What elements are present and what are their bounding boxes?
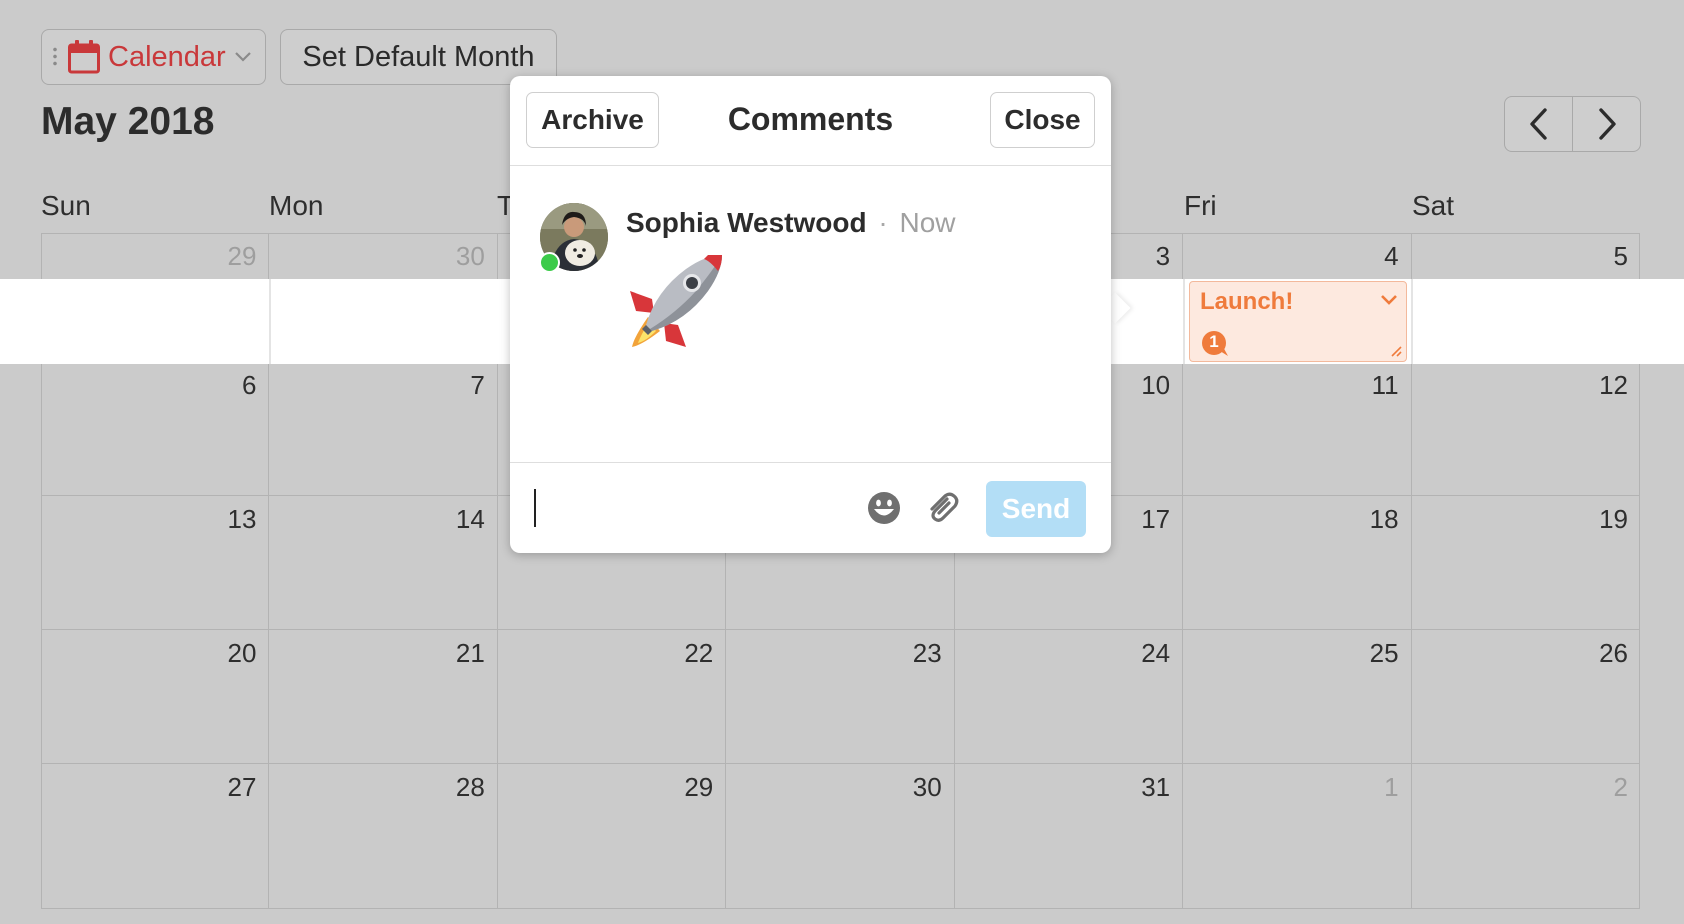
- day-cell[interactable]: 30: [726, 764, 955, 909]
- day-cell[interactable]: 14: [269, 496, 498, 630]
- day-number: 1: [1384, 772, 1399, 802]
- chevron-right-icon: [1598, 108, 1616, 140]
- event-card[interactable]: Launch! 1: [1189, 281, 1407, 362]
- send-button[interactable]: Send: [986, 481, 1086, 537]
- attach-button[interactable]: [925, 490, 961, 531]
- rocket-emoji-icon: [626, 251, 726, 356]
- day-number: 31: [1141, 772, 1171, 802]
- day-cell[interactable]: 7: [269, 362, 498, 496]
- day-number: 27: [227, 772, 257, 802]
- calendar-icon: [68, 40, 100, 74]
- resize-handle-icon[interactable]: [1390, 345, 1402, 357]
- day-number: 18: [1369, 504, 1399, 534]
- day-number: 6: [241, 370, 257, 400]
- day-cell[interactable]: 25: [1183, 630, 1412, 764]
- comment-meta: Sophia Westwood · Now: [626, 207, 956, 239]
- drag-handle-icon[interactable]: [52, 46, 58, 68]
- day-number: 24: [1141, 638, 1171, 668]
- day-number: 25: [1369, 638, 1399, 668]
- day-cell[interactable]: 21: [269, 630, 498, 764]
- day-number: 19: [1599, 504, 1628, 534]
- day-cell[interactable]: 24: [954, 630, 1184, 764]
- day-cell[interactable]: 27: [41, 764, 270, 909]
- day-number: 30: [455, 241, 485, 271]
- day-number: 14: [455, 504, 485, 534]
- day-cell[interactable]: 2: [1412, 764, 1640, 909]
- day-cell[interactable]: 18: [1183, 496, 1412, 630]
- day-number: 28: [455, 772, 485, 802]
- comment-author[interactable]: Sophia Westwood: [626, 207, 867, 238]
- comment-count: 1: [1209, 332, 1219, 351]
- day-cell[interactable]: 6: [41, 362, 270, 496]
- day-cell[interactable]: 19: [1411, 496, 1640, 630]
- emoji-button[interactable]: [866, 490, 902, 531]
- day-cell[interactable]: 26: [1411, 630, 1640, 764]
- day-number: 22: [684, 638, 714, 668]
- month-navigation: [1504, 96, 1641, 152]
- next-month-button[interactable]: [1572, 97, 1640, 151]
- weekday-fri: Fri: [1184, 190, 1217, 221]
- day-cell[interactable]: 20: [41, 630, 270, 764]
- event-chevron-down-icon[interactable]: [1380, 294, 1398, 306]
- day-number: 7: [470, 370, 485, 400]
- comments-popover: Archive Comments Close Sophia Westwood ·…: [510, 76, 1111, 553]
- previous-month-button[interactable]: [1505, 97, 1572, 151]
- day-cell[interactable]: 28: [269, 764, 498, 909]
- chevron-left-icon: [1529, 108, 1547, 140]
- day-cell[interactable]: 31: [955, 764, 1184, 909]
- day-cell[interactable]: 29: [498, 764, 727, 909]
- popover-header: Archive Comments Close: [510, 76, 1111, 166]
- day-number: 21: [455, 638, 485, 668]
- strip-divider: [1183, 279, 1185, 364]
- strip-divider: [1411, 279, 1413, 364]
- set-default-month-label: Set Default Month: [302, 40, 535, 73]
- close-button[interactable]: Close: [990, 92, 1095, 148]
- day-cell[interactable]: 13: [41, 496, 270, 630]
- day-cell[interactable]: 11: [1183, 362, 1412, 496]
- event-title: Launch!: [1200, 288, 1294, 315]
- day-number: 2: [1613, 772, 1628, 802]
- comment-input[interactable]: [534, 489, 536, 527]
- comment-time: Now: [899, 207, 956, 238]
- day-number: 5: [1613, 241, 1628, 271]
- day-cell[interactable]: 1: [1183, 764, 1412, 909]
- paperclip-icon: [930, 492, 959, 522]
- weekday-sat: Sat: [1412, 190, 1455, 221]
- day-number: 20: [227, 638, 257, 668]
- weekday-sun: Sun: [41, 190, 91, 221]
- day-number: 3: [1155, 241, 1171, 271]
- comment-badge[interactable]: 1: [1200, 330, 1228, 356]
- month-title: May 2018: [41, 100, 215, 143]
- day-number: 29: [227, 241, 257, 271]
- day-number: 29: [684, 772, 714, 802]
- day-number: 4: [1384, 241, 1399, 271]
- day-number: 12: [1599, 370, 1628, 400]
- meta-separator: ·: [878, 207, 888, 238]
- day-number: 17: [1141, 504, 1171, 534]
- day-number: 11: [1371, 370, 1399, 400]
- day-cell[interactable]: 22: [497, 630, 727, 764]
- day-number: 26: [1599, 638, 1628, 668]
- day-number: 23: [912, 638, 942, 668]
- comment-composer: Send: [510, 462, 1111, 554]
- day-number: 10: [1141, 370, 1171, 400]
- strip-divider: [269, 279, 271, 364]
- calendar-dropdown[interactable]: Calendar: [41, 29, 266, 85]
- day-number: 13: [227, 504, 257, 534]
- calendar-dropdown-label: Calendar: [108, 40, 226, 73]
- online-status-indicator: [539, 252, 560, 273]
- smiley-icon: [868, 492, 900, 524]
- chevron-down-icon: [234, 52, 251, 62]
- weekday-mon: Mon: [269, 190, 324, 221]
- day-number: 30: [912, 772, 942, 802]
- day-cell[interactable]: 23: [726, 630, 955, 764]
- day-cell[interactable]: 12: [1411, 362, 1640, 496]
